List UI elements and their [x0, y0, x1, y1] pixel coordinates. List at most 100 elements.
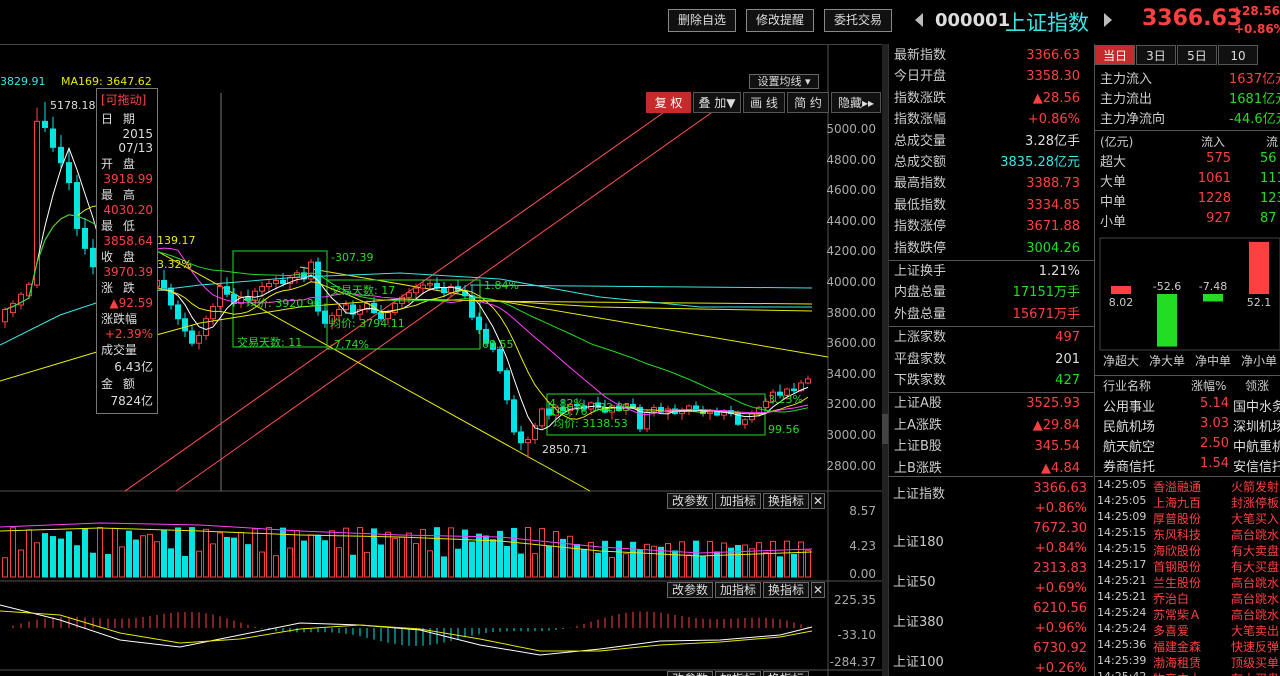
- ma-settings-button[interactable]: 设置均线 ▾: [749, 74, 819, 89]
- prev-stock-icon[interactable]: [915, 13, 923, 27]
- volume-bar: [385, 531, 391, 578]
- sector-lead[interactable]: 中航重机: [1233, 436, 1280, 455]
- sector-head-name: 行业名称: [1103, 379, 1152, 393]
- volume-bar: [735, 544, 741, 578]
- macd-edit-params-button[interactable]: 改参数: [667, 582, 713, 598]
- ticker-stock[interactable]: 厚普股份: [1153, 510, 1201, 527]
- sector-name[interactable]: 民航机场: [1103, 416, 1155, 435]
- price-tick: 3000.00: [826, 428, 876, 442]
- flow-tab[interactable]: 5日: [1177, 45, 1217, 65]
- sector-lead[interactable]: 安信信托: [1233, 456, 1280, 475]
- ticker-event: 快速反弹: [1231, 640, 1280, 654]
- candle-info-tooltip[interactable]: [可拖动] 日 期 2015 07/13 开 盘 3918.99 最 高 403…: [96, 88, 158, 414]
- ticker-stock[interactable]: 多喜爱: [1153, 622, 1189, 639]
- flow-bar-value: -52.6: [1153, 280, 1181, 293]
- overlay-button[interactable]: 叠 加▼: [693, 92, 741, 113]
- candle-body: [742, 419, 748, 425]
- volume-bar: [336, 547, 342, 578]
- volume-bar: [693, 540, 699, 578]
- ticker-stock[interactable]: 首钢股份: [1153, 558, 1201, 575]
- flow-bar: [1249, 241, 1269, 294]
- volume-edit-params-button[interactable]: 改参数: [667, 493, 713, 509]
- ticker-stock[interactable]: 乔治白: [1153, 590, 1189, 607]
- volume-bar: [26, 529, 32, 578]
- ticker-time: 14:25:05: [1097, 494, 1147, 507]
- volume-bar: [721, 542, 727, 578]
- quote-row: 指数涨跌 ▲28.56: [889, 88, 1089, 110]
- quote-row: 外盘总量 15671万手: [889, 304, 1089, 326]
- volume-bar: [784, 540, 790, 578]
- volume-bar: [700, 555, 706, 578]
- volume-add-indicator-button[interactable]: 加指标: [715, 493, 761, 509]
- candle-body: [476, 316, 482, 330]
- third-add-indicator-button[interactable]: 加指标: [715, 671, 761, 676]
- flow-tab[interactable]: 10: [1218, 45, 1258, 65]
- volume-bar: [182, 556, 188, 578]
- modify-alert-button[interactable]: 修改提醒: [746, 9, 814, 32]
- price-tick: 4800.00: [826, 152, 876, 167]
- candle-body: [196, 335, 202, 344]
- quote-value: +0.86%: [1027, 112, 1080, 128]
- flow-tab[interactable]: 3日: [1136, 45, 1176, 65]
- candle-body: [259, 286, 265, 292]
- ticker-stock[interactable]: 兰生股份: [1153, 574, 1201, 591]
- tooltip-pct: +2.39%: [104, 327, 153, 341]
- sector-pct: 2.50: [1200, 436, 1229, 451]
- candle-body: [66, 162, 72, 184]
- macd-switch-indicator-button[interactable]: 换指标: [763, 582, 809, 598]
- delete-watchlist-button[interactable]: 删除自选: [668, 9, 736, 32]
- flow-head-out: 流: [1266, 135, 1279, 149]
- chart-area[interactable]: 复 权 叠 加▼ 画 线 简 约 隐藏▸▸ 设置均线 ▾ 3829.91 MA1…: [0, 44, 886, 676]
- volume-bar: [224, 536, 230, 578]
- volume-bar: [497, 530, 503, 578]
- sector-name[interactable]: 公用事业: [1103, 396, 1155, 415]
- draw-line-button[interactable]: 画 线: [743, 92, 785, 113]
- volume-bar: [525, 527, 531, 578]
- sector-lead[interactable]: 深圳机场: [1233, 416, 1280, 435]
- ticker-stock[interactable]: 苏常柴Ａ: [1153, 606, 1201, 623]
- volume-scale-mid: 4.23: [849, 539, 876, 553]
- simple-mode-button[interactable]: 简 约: [787, 92, 829, 113]
- sector-name[interactable]: 航天航空: [1103, 436, 1155, 455]
- restore-rights-button[interactable]: 复 权: [646, 92, 691, 113]
- ticker-stock[interactable]: 香溢融通: [1153, 478, 1201, 495]
- index-value: 6210.56: [1033, 601, 1087, 616]
- third-edit-params-button[interactable]: 改参数: [667, 671, 713, 676]
- volume-bar: [392, 537, 398, 578]
- candle-body: [413, 287, 419, 294]
- ticker-stock[interactable]: 福建金森: [1153, 638, 1201, 655]
- quote-label: 最低指数: [894, 197, 947, 213]
- annotation-label: 3.32%: [157, 258, 192, 271]
- flow-tab[interactable]: 当日: [1095, 45, 1135, 65]
- horizontal-line: [469, 284, 813, 289]
- price-tick: 4600.00: [826, 183, 876, 198]
- volume-bar: [728, 547, 734, 578]
- third-switch-indicator-button[interactable]: 换指标: [763, 671, 809, 676]
- hide-button[interactable]: 隐藏▸▸: [831, 92, 881, 113]
- trade-order-button[interactable]: 委托交易: [824, 9, 892, 32]
- candle-body: [224, 286, 230, 295]
- index-name: 上证380: [893, 615, 944, 630]
- ticker-stock[interactable]: 物产中大: [1153, 670, 1201, 676]
- ticker-event: 顶级买单: [1231, 656, 1280, 670]
- sector-name[interactable]: 券商信托: [1103, 456, 1155, 475]
- annotation-label: 3.23%: [768, 393, 803, 406]
- macd-add-indicator-button[interactable]: 加指标: [715, 582, 761, 598]
- volume-scale-top: 8.57: [849, 504, 876, 518]
- quote-label: 上证B股: [894, 439, 942, 455]
- volume-bar: [112, 527, 118, 578]
- ticker-stock[interactable]: 海欣股份: [1153, 542, 1201, 559]
- volume-switch-indicator-button[interactable]: 换指标: [763, 493, 809, 509]
- annotation-label: 68.55: [482, 338, 514, 351]
- ticker-event: 高台跳水: [1231, 608, 1280, 622]
- next-stock-icon[interactable]: [1104, 13, 1112, 27]
- ticker-stock[interactable]: 渤海租赁: [1153, 654, 1201, 671]
- quote-value: 3366.63: [1026, 48, 1080, 63]
- quote-label: 平盘家数: [894, 351, 947, 367]
- ticker-stock[interactable]: 东风科技: [1153, 526, 1201, 543]
- header-change: +28.56: [1232, 4, 1280, 18]
- flow-table-out: 56: [1260, 151, 1277, 166]
- ticker-stock[interactable]: 上海九百: [1153, 494, 1201, 511]
- sector-lead[interactable]: 国中水务: [1233, 396, 1280, 415]
- tooltip-pct-label: 涨跌幅: [101, 312, 138, 326]
